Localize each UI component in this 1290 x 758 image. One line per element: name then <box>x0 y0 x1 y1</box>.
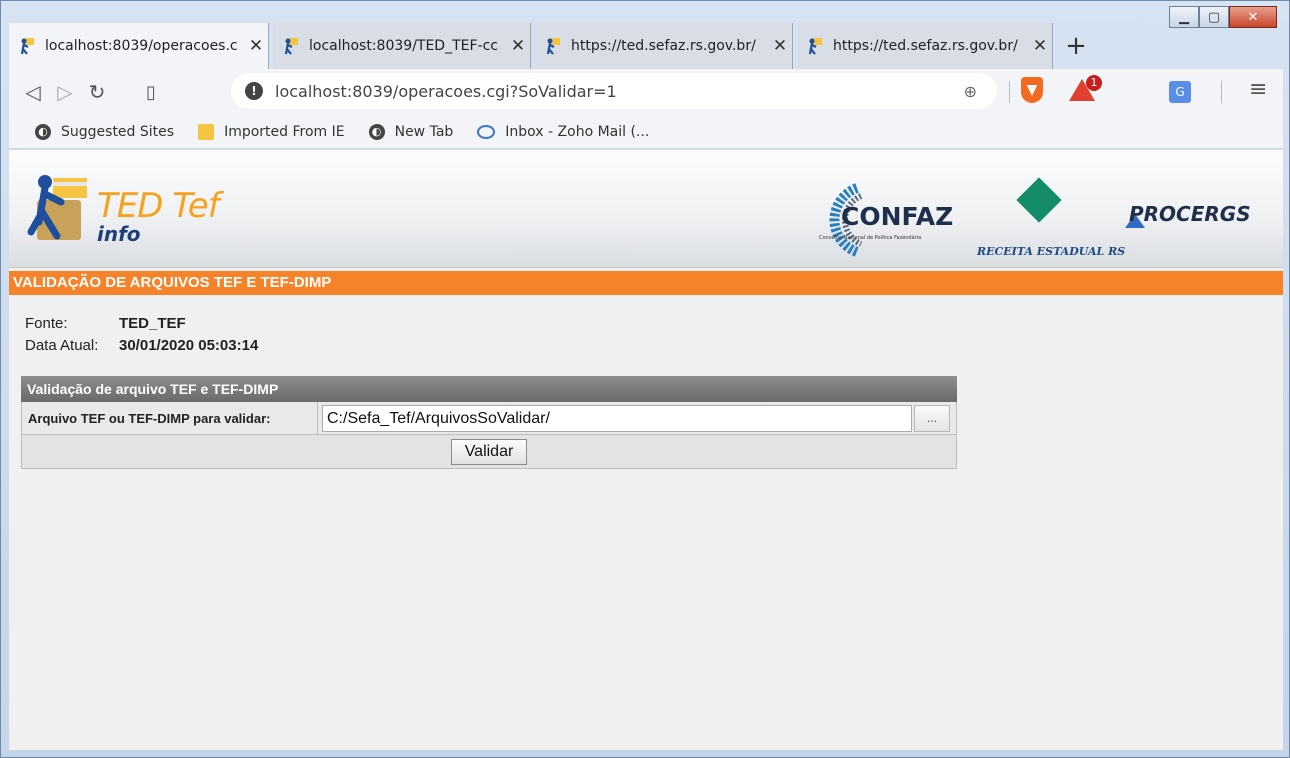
ted-favicon-icon <box>284 38 298 55</box>
confaz-subtitle: Conselho Nacional de Política Fazendária <box>819 235 922 241</box>
ted-favicon-icon <box>546 38 560 55</box>
data-atual-label: Data Atual: <box>25 336 99 354</box>
toolbar-separator <box>1009 81 1010 103</box>
ted-tef-subtitle: info <box>97 222 141 246</box>
globe-icon: ◐ <box>35 123 51 140</box>
tab-close-icon[interactable]: ✕ <box>1028 36 1052 56</box>
bookmarks-bar: ◐ Suggested Sites Imported From IE ◐ New… <box>9 115 1283 149</box>
fonte-label: Fonte: <box>25 314 68 332</box>
ted-tef-title: TED Tef <box>97 186 220 226</box>
fonte-row: Fonte: TED_TEF <box>25 312 258 334</box>
folder-icon <box>198 123 215 140</box>
mail-icon <box>477 124 496 139</box>
receita-logo-icon <box>1016 177 1062 223</box>
data-atual-value: 30/01/2020 05:03:14 <box>119 336 259 354</box>
zoom-icon[interactable]: ⊕ <box>964 82 977 101</box>
browser-toolbar: ◁ ▷ ↻ ▯ ! localhost:8039/operacoes.cgi?S… <box>9 69 1283 115</box>
browser-window: ▁ ▢ ✕ localhost:8039/operacoes.c ✕ local… <box>0 0 1290 758</box>
receita-logo-text: RECEITA ESTADUAL RS <box>977 245 1126 258</box>
new-tab-button[interactable]: + <box>1061 31 1091 61</box>
tab-4[interactable]: https://ted.sefaz.rs.gov.br/ ✕ <box>797 23 1053 69</box>
bookmark-icon[interactable]: ▯ <box>135 82 167 103</box>
toolbar-separator <box>1221 81 1222 103</box>
bookmark-label: Suggested Sites <box>61 123 175 140</box>
globe-icon: ◐ <box>368 123 385 140</box>
tab-close-icon[interactable]: ✕ <box>244 36 268 56</box>
menu-icon[interactable]: ≡ <box>1249 77 1267 102</box>
tab-title: localhost:8039/TED_TEF-cc <box>309 38 498 54</box>
ted-favicon-icon <box>20 38 34 55</box>
tab-title: https://ted.sefaz.rs.gov.br/ <box>571 38 756 54</box>
bookmark-imported-from-ie[interactable]: Imported From IE <box>198 123 345 140</box>
bookmark-suggested-sites[interactable]: ◐ Suggested Sites <box>35 123 175 140</box>
tab-title: localhost:8039/operacoes.c <box>45 38 238 54</box>
bookmark-new-tab[interactable]: ◐ New Tab <box>368 123 454 140</box>
submit-row: Validar <box>21 435 957 469</box>
site-banner: TED Tef info CONFAZ Conselho Nacional de… <box>9 150 1283 268</box>
rewards-badge: 1 <box>1086 75 1102 91</box>
url-text: localhost:8039/operacoes.cgi?SoValidar=1 <box>275 81 617 101</box>
extensions-area: ▼ 1 <box>1021 75 1102 103</box>
tab-3[interactable]: https://ted.sefaz.rs.gov.br/ ✕ <box>535 23 793 69</box>
tab-title: https://ted.sefaz.rs.gov.br/ <box>833 38 1018 54</box>
ted-tef-logo-icon <box>27 175 87 240</box>
tab-1[interactable]: localhost:8039/operacoes.c ✕ <box>9 23 269 69</box>
procergs-logo-text: PROCERGS <box>1129 202 1251 226</box>
tab-2[interactable]: localhost:8039/TED_TEF-cc ✕ <box>273 23 531 69</box>
bookmark-label: Imported From IE <box>224 123 345 140</box>
brave-rewards-icon[interactable]: 1 <box>1069 75 1102 101</box>
file-row: Arquivo TEF ou TEF-DIMP para validar: C:… <box>21 401 957 435</box>
fonte-value: TED_TEF <box>119 314 186 332</box>
info-icon[interactable]: ! <box>245 82 263 100</box>
info-block: Fonte: TED_TEF Data Atual: 30/01/2020 05… <box>25 312 258 356</box>
panel-header: Validação de arquivo TEF e TEF-DIMP <box>21 376 957 402</box>
validar-button[interactable]: Validar <box>451 438 527 465</box>
bookmark-label: New Tab <box>394 123 454 140</box>
bookmark-zoho-inbox[interactable]: Inbox - Zoho Mail (... <box>477 124 649 140</box>
file-path-input[interactable]: C:/Sefa_Tef/ArquivosSoValidar/ <box>322 404 912 432</box>
translate-icon[interactable]: G <box>1169 81 1191 103</box>
validation-panel: Validação de arquivo TEF e TEF-DIMP Arqu… <box>21 376 957 469</box>
forward-icon[interactable]: ▷ <box>49 80 81 104</box>
page-title: VALIDAÇÃO DE ARQUIVOS TEF E TEF-DIMP <box>9 271 1283 295</box>
back-icon[interactable]: ◁ <box>17 80 49 104</box>
bookmark-label: Inbox - Zoho Mail (... <box>505 123 650 140</box>
browse-button[interactable]: ... <box>914 404 950 432</box>
file-label: Arquivo TEF ou TEF-DIMP para validar: <box>22 401 318 435</box>
address-bar[interactable]: ! localhost:8039/operacoes.cgi?SoValidar… <box>231 73 997 109</box>
brave-shield-icon[interactable]: ▼ <box>1021 77 1043 103</box>
tab-close-icon[interactable]: ✕ <box>768 36 792 56</box>
reload-icon[interactable]: ↻ <box>81 80 113 104</box>
ted-favicon-icon <box>808 38 822 55</box>
confaz-logo-text: CONFAZ <box>841 202 954 231</box>
page-content: TED Tef info CONFAZ Conselho Nacional de… <box>9 150 1283 750</box>
tab-close-icon[interactable]: ✕ <box>506 36 530 56</box>
data-atual-row: Data Atual: 30/01/2020 05:03:14 <box>25 334 258 356</box>
tab-strip: localhost:8039/operacoes.c ✕ localhost:8… <box>9 23 1279 69</box>
